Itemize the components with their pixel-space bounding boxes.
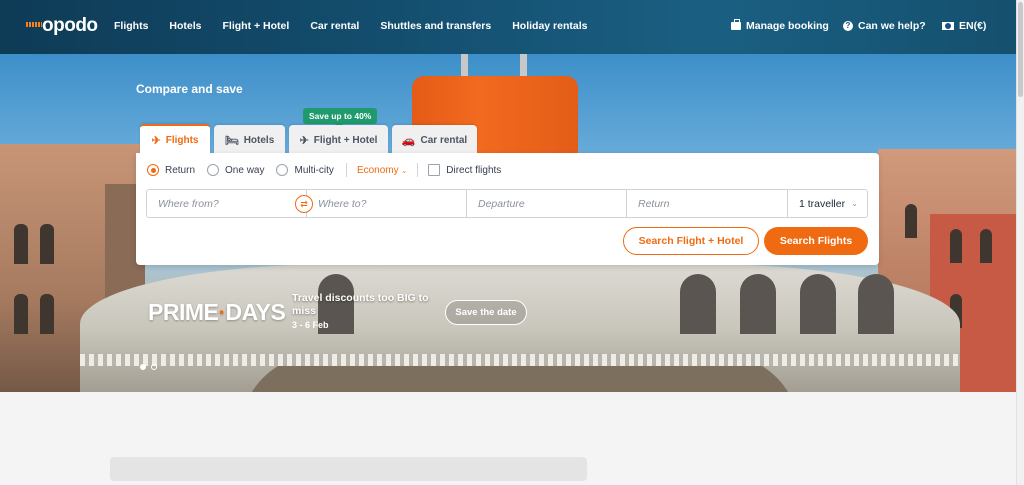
logo-text: opodo xyxy=(42,15,98,36)
tab-car-rental[interactable]: 🚗 Car rental xyxy=(392,125,477,155)
cabin-class-label: Economy xyxy=(356,164,399,176)
carousel-dot-1[interactable] xyxy=(140,364,146,370)
bed-icon: 🛏 xyxy=(224,134,239,147)
loading-placeholder xyxy=(110,457,587,481)
tab-flights[interactable]: ✈ Flights xyxy=(140,124,210,155)
building-window xyxy=(40,294,54,334)
page: opodo Flights Hotels Flight + Hotel Car … xyxy=(0,0,1016,485)
direct-flights-checkbox[interactable] xyxy=(428,164,441,176)
building-window xyxy=(905,204,917,238)
plane-bed-icon: ✈ xyxy=(299,134,309,147)
nav-hotels[interactable]: Hotels xyxy=(169,20,201,32)
tab-hotels[interactable]: 🛏 Hotels xyxy=(214,125,285,155)
promo-dates: 3 - 6 Feb xyxy=(292,320,329,330)
building-window xyxy=(980,229,992,263)
briefcase-icon xyxy=(731,19,741,30)
nav-shuttles[interactable]: Shuttles and transfers xyxy=(380,20,491,32)
manage-booking-link[interactable]: Manage booking xyxy=(731,19,829,32)
tab-flights-label: Flights xyxy=(165,135,199,146)
tab-hotels-label: Hotels xyxy=(243,134,275,146)
direct-flights-label: Direct flights xyxy=(446,164,502,176)
chevron-down-icon: ⌄ xyxy=(851,199,858,208)
promo-tagline: Travel discounts too BIG to miss xyxy=(292,292,429,317)
travellers-label: 1 traveller xyxy=(799,197,846,210)
trip-oneway-option[interactable]: One way xyxy=(207,164,264,176)
cabin-class-dropdown[interactable]: Economy ⌄ xyxy=(357,165,407,176)
save-the-date-button[interactable]: Save the date xyxy=(445,300,527,325)
direct-flights-option[interactable]: Direct flights xyxy=(428,164,501,176)
tab-flight-hotel[interactable]: ✈ Flight + Hotel xyxy=(289,125,388,155)
top-header: opodo Flights Hotels Flight + Hotel Car … xyxy=(0,0,1016,54)
departure-date-input[interactable]: Departure xyxy=(467,190,627,217)
manage-booking-label: Manage booking xyxy=(746,20,829,32)
page-scrollbar[interactable] xyxy=(1016,0,1024,485)
chevron-down-icon: ⌄ xyxy=(401,167,408,175)
help-link[interactable]: ? Can we help? xyxy=(843,20,926,32)
bridge-balustrade xyxy=(80,354,960,366)
carousel-dots xyxy=(140,364,157,370)
search-flights-button[interactable]: Search Flights xyxy=(764,227,868,255)
building-window xyxy=(950,229,962,263)
prime-dot: · xyxy=(218,299,226,325)
building-window xyxy=(14,294,28,334)
question-icon: ? xyxy=(843,21,853,31)
search-panel: Return One way Multi-city Economy ⌄ Dire… xyxy=(136,153,879,265)
radio-oneway[interactable] xyxy=(207,164,220,176)
flag-icon xyxy=(942,22,954,30)
divider xyxy=(345,163,347,177)
radio-multicity[interactable] xyxy=(276,164,289,176)
language-selector[interactable]: EN(€) xyxy=(942,20,986,32)
bridge-arcade xyxy=(680,274,716,334)
origin-input[interactable]: Where from? xyxy=(147,190,307,217)
bridge-arcade xyxy=(858,274,894,334)
carousel-dot-2[interactable] xyxy=(151,364,157,370)
plane-icon: ✈ xyxy=(151,135,161,147)
return-date-input[interactable]: Return xyxy=(627,190,788,217)
bridge-arcade xyxy=(740,274,776,334)
trip-return-option[interactable]: Return xyxy=(147,164,195,176)
car-icon: 🚗 xyxy=(401,134,416,147)
divider xyxy=(417,163,419,177)
nav-flights[interactable]: Flights xyxy=(114,20,148,32)
trip-oneway-label: One way xyxy=(225,164,265,176)
trip-options: Return One way Multi-city Economy ⌄ Dire… xyxy=(147,163,513,177)
help-label: Can we help? xyxy=(858,20,926,32)
prime-word: PRIME xyxy=(148,299,219,325)
logo-dots xyxy=(26,22,42,27)
travellers-selector[interactable]: 1 traveller ⌄ xyxy=(788,190,867,217)
tab-flight-hotel-label: Flight + Hotel xyxy=(313,134,378,146)
scrollbar-thumb[interactable] xyxy=(1018,2,1023,97)
destination-input[interactable]: Where to? xyxy=(307,190,467,217)
search-flight-hotel-button[interactable]: Search Flight + Hotel xyxy=(623,227,759,255)
hero-banner: Compare and save Save up to 40% ✈ Flight… xyxy=(0,54,1016,392)
promo-badge: Save up to 40% xyxy=(303,108,378,128)
days-word: DAYS xyxy=(225,299,286,325)
hero-headline: Compare and save xyxy=(136,82,243,96)
nav-car-rental[interactable]: Car rental xyxy=(310,20,359,32)
bridge-arcade xyxy=(800,274,836,334)
opodo-logo[interactable]: opodo xyxy=(26,15,98,37)
language-label: EN(€) xyxy=(959,20,987,32)
prime-days-logo: PRIME·DAYS xyxy=(148,299,286,326)
search-fields: Where from? Where to? Departure Return 1… xyxy=(146,189,868,218)
trip-return-label: Return xyxy=(165,164,196,176)
radio-return[interactable] xyxy=(147,164,159,176)
building-window xyxy=(40,224,54,264)
trip-multicity-label: Multi-city xyxy=(294,164,334,176)
trip-multicity-option[interactable]: Multi-city xyxy=(276,164,334,176)
nav-flight-hotel[interactable]: Flight + Hotel xyxy=(223,20,290,32)
tab-car-rental-label: Car rental xyxy=(420,134,468,146)
building-window xyxy=(14,224,28,264)
main-nav: Flights Hotels Flight + Hotel Car rental… xyxy=(114,20,609,32)
swap-icon[interactable]: ⇄ xyxy=(295,195,313,213)
nav-holiday-rentals[interactable]: Holiday rentals xyxy=(512,20,587,32)
